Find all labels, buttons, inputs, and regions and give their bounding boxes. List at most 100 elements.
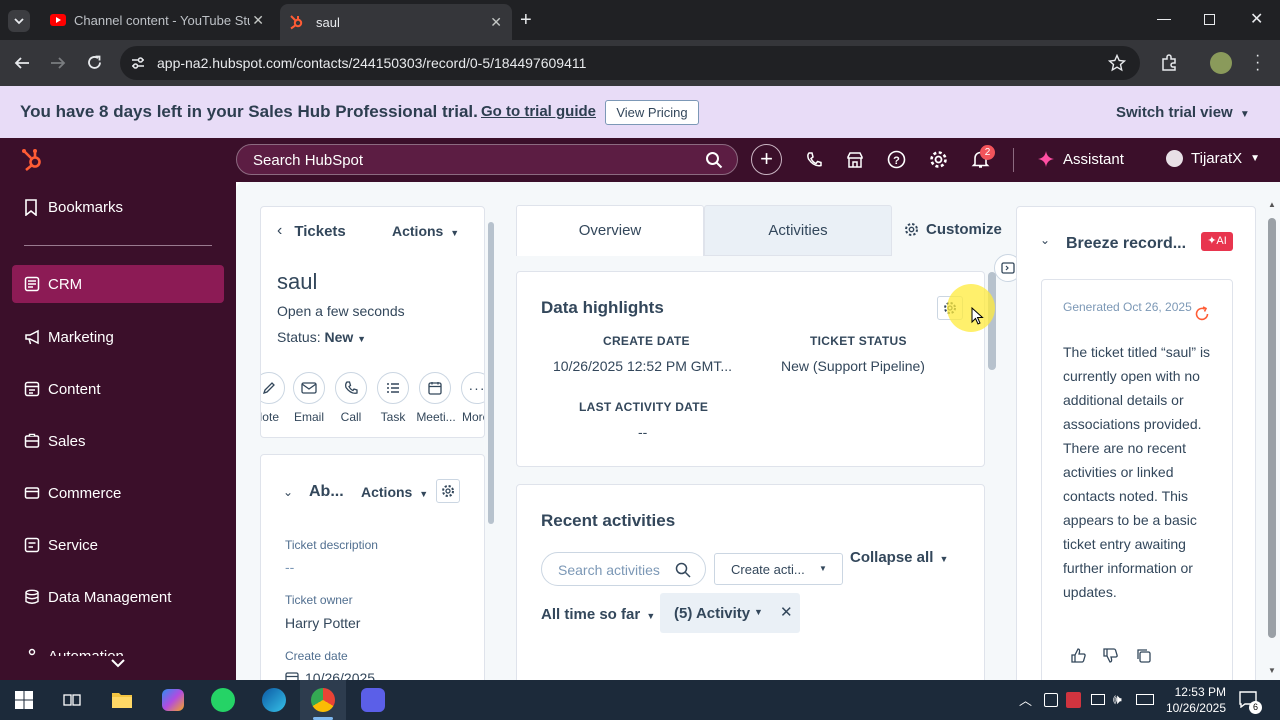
scroll-up-icon[interactable]: ▲ xyxy=(1268,200,1276,209)
whatsapp-icon[interactable] xyxy=(211,688,235,712)
meeting-action-button[interactable] xyxy=(419,372,451,404)
settings-gear-icon[interactable] xyxy=(929,150,948,169)
main-sidebar: Bookmarks CRM Marketing Content Sales Co… xyxy=(0,182,236,680)
caret-down-icon: ▼ xyxy=(754,607,763,617)
new-tab-plus-icon[interactable]: + xyxy=(520,9,532,32)
clear-filter-icon[interactable]: ✕ xyxy=(780,603,793,621)
collapse-chevron-icon[interactable]: ⌄ xyxy=(1040,233,1050,247)
sidebar-expand-chevron-icon[interactable] xyxy=(110,657,126,669)
sidebar-item-content[interactable]: Content xyxy=(12,370,224,408)
forward-arrow-icon[interactable] xyxy=(50,55,66,71)
sidebar-item-marketing[interactable]: Marketing xyxy=(12,318,224,356)
back-arrow-icon[interactable] xyxy=(14,55,30,71)
edge-icon[interactable] xyxy=(262,688,286,712)
about-actions-dropdown[interactable]: Actions ▼ xyxy=(361,484,428,500)
windows-start-icon[interactable] xyxy=(15,691,33,709)
collapse-chevron-icon[interactable]: ⌄ xyxy=(283,485,293,499)
hubspot-search-input[interactable]: Search HubSpot xyxy=(236,144,738,175)
left-panel-scrollbar[interactable] xyxy=(488,222,494,524)
volume-icon[interactable]: 🕪 xyxy=(1113,691,1122,708)
tab-overview[interactable]: Overview xyxy=(516,205,704,256)
close-window-icon[interactable]: ✕ xyxy=(1250,9,1263,29)
ticket-status-heading: TICKET STATUS xyxy=(810,334,907,348)
profile-avatar[interactable] xyxy=(1210,52,1232,74)
call-action-button[interactable] xyxy=(335,372,367,404)
assistant-button[interactable]: Assistant xyxy=(1037,150,1124,168)
create-activity-dropdown[interactable]: Create acti... ▼ xyxy=(714,553,843,585)
sidebar-item-service[interactable]: Service xyxy=(12,526,224,564)
back-to-tickets-link[interactable]: ‹ Tickets xyxy=(277,222,346,240)
activity-search-input[interactable]: Search activities xyxy=(541,552,706,586)
more-action-button[interactable]: ··· xyxy=(461,372,484,404)
about-settings-button[interactable] xyxy=(436,479,460,503)
email-action-button[interactable] xyxy=(293,372,325,404)
address-bar[interactable]: app-na2.hubspot.com/contacts/244150303/r… xyxy=(120,46,1140,80)
sidebar-item-sales[interactable]: Sales xyxy=(12,422,224,460)
scrollbar-thumb[interactable] xyxy=(1268,218,1276,638)
account-menu[interactable]: TijaratX ▼ xyxy=(1166,150,1260,167)
browser-menu-icon[interactable]: · · · xyxy=(1255,48,1260,78)
page-scrollbar[interactable]: ▲ ▼ xyxy=(1267,200,1277,676)
copilot-icon[interactable] xyxy=(162,689,184,711)
tray-overflow-chevron-icon[interactable]: ︿ xyxy=(1019,690,1032,709)
clock-date: 10/26/2025 xyxy=(1165,701,1226,715)
close-tab-icon[interactable]: ✕ xyxy=(490,14,502,31)
tab-search-button[interactable] xyxy=(8,10,30,32)
open-status-text: Open a few seconds xyxy=(277,303,405,319)
refresh-icon[interactable] xyxy=(1194,306,1210,322)
hubspot-logo-icon[interactable] xyxy=(20,147,46,173)
restore-icon[interactable] xyxy=(1204,14,1215,25)
tray-app-icon[interactable] xyxy=(1044,693,1058,707)
close-tab-icon[interactable]: ✕ xyxy=(252,12,264,29)
scroll-down-icon[interactable]: ▼ xyxy=(1268,666,1276,675)
sidebar-item-automation[interactable]: Automation xyxy=(12,640,224,656)
thumbs-up-icon[interactable] xyxy=(1071,648,1086,663)
note-action-button[interactable] xyxy=(261,372,285,404)
browser-tab-strip: Channel content - YouTube Stu ✕ saul ✕ +… xyxy=(0,0,1280,40)
antivirus-shield-icon[interactable] xyxy=(1066,692,1081,708)
minimize-icon[interactable] xyxy=(1157,19,1171,20)
record-actions-dropdown[interactable]: Actions ▼ xyxy=(392,223,459,239)
sidebar-item-data-management[interactable]: Data Management xyxy=(12,578,224,616)
phone-icon[interactable] xyxy=(805,151,823,169)
clock[interactable]: 12:53 PM 10/26/2025 xyxy=(1160,684,1226,716)
create-plus-button[interactable]: + xyxy=(751,144,782,175)
marketplace-icon[interactable] xyxy=(846,151,864,169)
sidebar-item-crm[interactable]: CRM xyxy=(12,265,224,303)
view-pricing-button[interactable]: View Pricing xyxy=(605,100,699,125)
app-g-icon[interactable] xyxy=(361,688,385,712)
account-avatar xyxy=(1166,150,1183,167)
switch-trial-view-dropdown[interactable]: Switch trial view ▼ xyxy=(1116,104,1250,121)
time-filter-dropdown[interactable]: All time so far ▼ xyxy=(541,606,655,623)
bookmark-star-icon[interactable] xyxy=(1108,54,1126,72)
thumbs-down-icon[interactable] xyxy=(1103,648,1118,663)
collapse-all-dropdown[interactable]: Collapse all ▼ xyxy=(850,549,948,566)
site-info-icon[interactable] xyxy=(130,55,146,71)
chrome-taskbar-button[interactable] xyxy=(300,680,346,720)
sidebar-item-bookmarks[interactable]: Bookmarks xyxy=(12,188,224,226)
file-explorer-icon[interactable] xyxy=(111,690,133,709)
ticket-description-value[interactable]: -- xyxy=(285,559,294,575)
trial-guide-link[interactable]: Go to trial guide xyxy=(481,103,596,120)
reload-icon[interactable] xyxy=(86,54,103,71)
network-icon[interactable] xyxy=(1091,694,1105,705)
task-action-button[interactable] xyxy=(377,372,409,404)
activity-filter-chip[interactable]: (5) Activity ▼ ✕ xyxy=(660,593,800,633)
customize-button[interactable]: Customize xyxy=(904,221,1002,238)
status-dropdown[interactable]: New ▼ xyxy=(324,329,366,345)
last-activity-heading: LAST ACTIVITY DATE xyxy=(579,400,709,414)
trial-message: You have 8 days left in your Sales Hub P… xyxy=(20,102,478,121)
sidebar-item-commerce[interactable]: Commerce xyxy=(12,474,224,512)
task-view-icon[interactable] xyxy=(63,692,81,708)
ai-badge: ✦AI xyxy=(1201,232,1233,251)
ticket-owner-value[interactable]: Harry Potter xyxy=(285,615,360,631)
tab-activities[interactable]: Activities xyxy=(704,205,892,256)
tab-saul[interactable]: saul ✕ xyxy=(280,4,512,40)
copy-icon[interactable] xyxy=(1136,648,1151,663)
battery-icon[interactable] xyxy=(1136,694,1154,705)
extensions-puzzle-icon[interactable] xyxy=(1160,54,1178,72)
content-icon xyxy=(24,381,40,397)
tab-youtube-studio[interactable]: Channel content - YouTube Stu ✕ xyxy=(40,0,274,40)
search-icon[interactable] xyxy=(705,151,723,169)
help-icon[interactable]: ? xyxy=(887,150,906,169)
